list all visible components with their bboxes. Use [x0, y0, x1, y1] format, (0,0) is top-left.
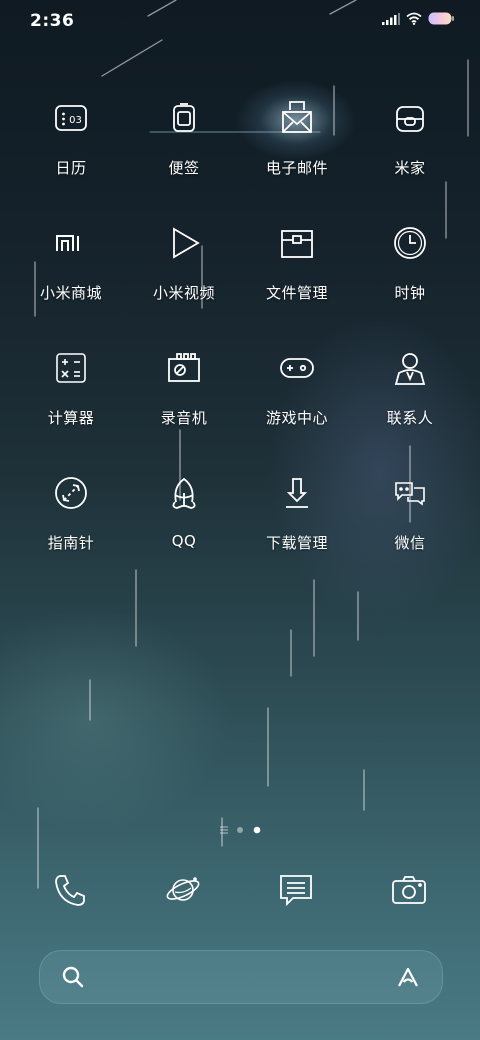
app-label: 电子邮件 — [265, 159, 328, 177]
compass-icon — [55, 477, 87, 509]
gamepad-icon — [280, 358, 314, 378]
app-downloads[interactable]: 下载管理 — [237, 467, 357, 577]
notes-icon — [173, 103, 195, 132]
messages-icon[interactable] — [276, 870, 316, 910]
app-qq[interactable]: QQ — [124, 467, 244, 577]
app-label: 计算器 — [47, 409, 95, 427]
app-calendar[interactable]: 03 日历 — [11, 92, 131, 202]
page-indicator-menu-icon — [220, 826, 228, 834]
app-label: 便签 — [168, 159, 200, 177]
app-mi-store[interactable]: 小米商城 — [11, 217, 131, 327]
qq-penguin-icon — [172, 477, 196, 509]
app-label: 小米商城 — [39, 284, 102, 302]
app-email[interactable]: 电子邮件 — [237, 92, 357, 202]
clock-icon — [394, 227, 426, 259]
app-label: 文件管理 — [265, 284, 328, 302]
app-wechat[interactable]: 微信 — [350, 467, 470, 577]
status-time: 2:36 — [30, 11, 75, 31]
app-mi-video[interactable]: 小米视频 — [124, 217, 244, 327]
calendar-icon: 03 — [55, 105, 87, 131]
home-screen: 2:36 03 日历 便签 电子邮件 米家 小米商城 小米视频 文件管理 时钟 … — [0, 0, 480, 1040]
mijia-icon — [396, 106, 424, 132]
calculator-icon — [56, 353, 86, 383]
app-label: 指南针 — [47, 534, 95, 552]
app-label: 小米视频 — [152, 284, 215, 302]
app-label: 米家 — [394, 159, 426, 177]
app-file-manager[interactable]: 文件管理 — [237, 217, 357, 327]
app-label: 下载管理 — [265, 534, 328, 552]
app-label: 游戏中心 — [265, 409, 328, 427]
wifi-icon — [406, 12, 422, 25]
app-recorder[interactable]: 录音机 — [124, 342, 244, 452]
app-calculator[interactable]: 计算器 — [11, 342, 131, 452]
app-notes[interactable]: 便签 — [124, 92, 244, 202]
camera-icon[interactable] — [389, 870, 429, 910]
page-dot-active — [253, 826, 261, 834]
svg-text:03: 03 — [69, 115, 82, 126]
xiao-ai-icon[interactable] — [396, 965, 420, 989]
app-label: 录音机 — [160, 409, 208, 427]
app-contacts[interactable]: 联系人 — [350, 342, 470, 452]
download-icon — [286, 478, 308, 508]
wechat-icon — [395, 482, 425, 506]
email-icon — [282, 101, 312, 133]
video-play-icon — [173, 227, 200, 259]
recorder-icon — [168, 353, 200, 382]
mi-store-icon — [56, 235, 79, 251]
page-dot — [237, 827, 243, 833]
status-icons — [382, 12, 454, 25]
signal-icon — [382, 12, 400, 25]
app-label: 时钟 — [394, 284, 426, 302]
search-bar[interactable] — [39, 950, 443, 1004]
app-mijia[interactable]: 米家 — [350, 92, 470, 202]
status-bar: 2:36 — [0, 0, 480, 44]
app-label: 日历 — [55, 159, 87, 177]
browser-planet-icon[interactable] — [163, 870, 203, 910]
search-icon[interactable] — [61, 965, 85, 989]
phone-icon[interactable] — [50, 870, 90, 910]
contacts-icon — [394, 353, 426, 385]
page-indicator[interactable] — [0, 822, 480, 838]
app-compass[interactable]: 指南针 — [11, 467, 131, 577]
app-label: 联系人 — [386, 409, 434, 427]
battery-icon — [428, 12, 454, 25]
app-clock[interactable]: 时钟 — [350, 217, 470, 327]
file-manager-icon — [281, 230, 313, 258]
app-label: QQ — [171, 532, 197, 550]
app-label: 微信 — [394, 534, 426, 552]
app-game-center[interactable]: 游戏中心 — [237, 342, 357, 452]
